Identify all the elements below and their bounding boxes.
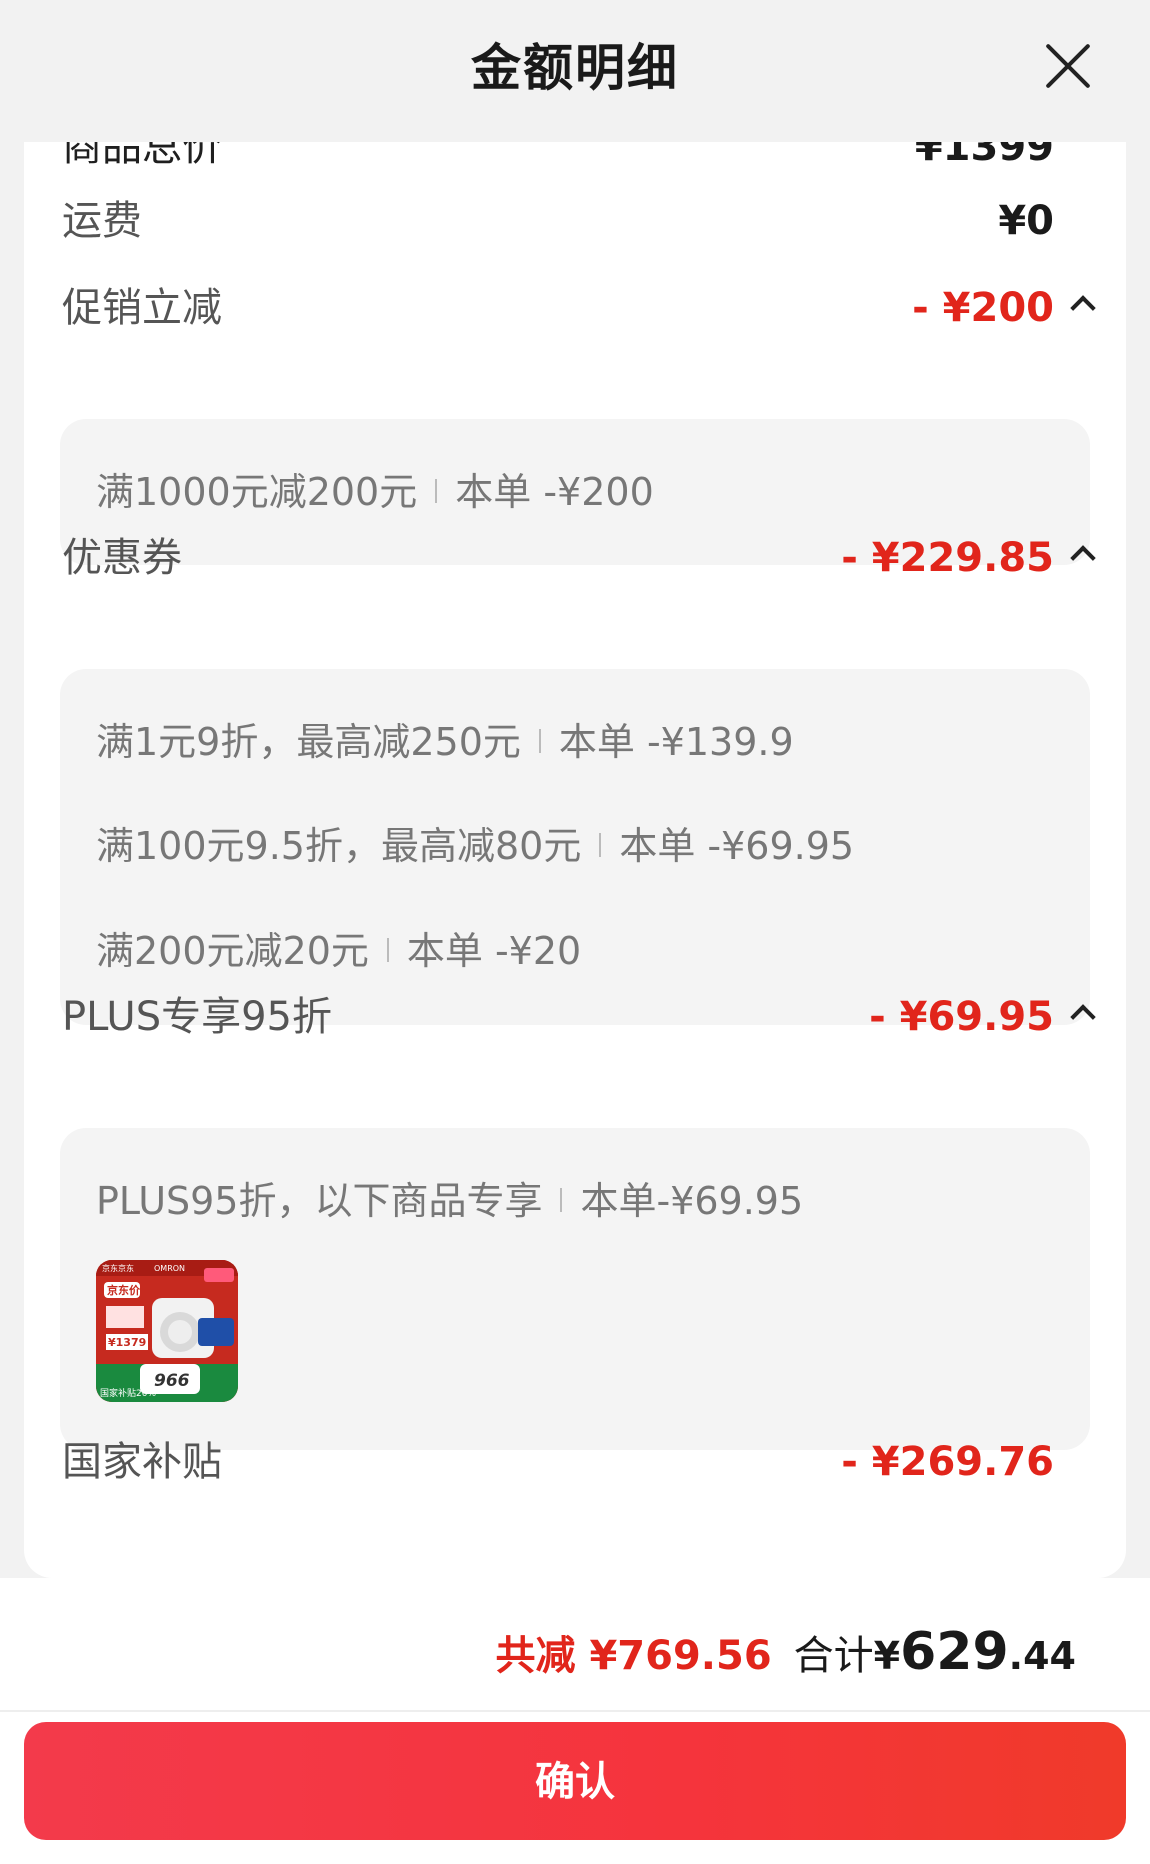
close-icon[interactable] (1042, 40, 1094, 92)
total-integer: 629 (900, 1622, 1009, 1682)
coupon-detail-box: 满1元9折，最高减250元 本单 -¥139.9 满100元9.5折，最高减80元… (60, 669, 1090, 1025)
row-promo[interactable]: 促销立减 - ¥200 (24, 273, 1126, 343)
row-subsidy: 国家补贴 - ¥269.76 (24, 1427, 1126, 1497)
product-image: 京东京东 OMRON 京东价 ¥1379 966 国家补贴20% (96, 1260, 238, 1402)
thumb-banner: 国家补贴20% (100, 1387, 156, 1399)
row-value: - ¥200 (912, 285, 1054, 331)
row-label: 运费 (62, 198, 142, 244)
amount-detail-card: 商品总价 ¥1399 运费 ¥0 促销立减 - ¥200 满1000元减200元… (24, 142, 1126, 1578)
row-goods-total: 商品总价 ¥1399 (24, 142, 1126, 182)
detail-amount: 本单-¥69.95 (580, 1179, 804, 1223)
detail-rule: 满1元9折，最高减250元 (96, 720, 521, 764)
total-currency: ¥ (873, 1634, 901, 1678)
row-plus[interactable]: PLUS专享95折 - ¥69.95 (24, 982, 1126, 1052)
row-label: 促销立减 (62, 285, 222, 331)
detail-line: PLUS95折，以下商品专享 本单-¥69.95 (96, 1170, 803, 1225)
chevron-up-icon[interactable] (1070, 545, 1096, 571)
row-value: ¥1399 (914, 142, 1054, 170)
total-decimal: .44 (1008, 1634, 1076, 1678)
detail-line: 满1000元减200元 本单 -¥200 (96, 461, 654, 516)
divider (538, 729, 541, 753)
detail-amount: 本单 -¥139.9 (558, 720, 794, 764)
sheet-title: 金额明细 (471, 39, 679, 97)
sheet-header: 金额明细 (0, 0, 1150, 142)
product-thumbnail[interactable]: 京东京东 OMRON 京东价 ¥1379 966 国家补贴20% (96, 1260, 238, 1402)
detail-amount: 本单 -¥69.95 (619, 824, 855, 868)
footer-divider (0, 1710, 1150, 1712)
detail-line: 满1元9折，最高减250元 本单 -¥139.9 (96, 711, 794, 766)
row-label: PLUS专享95折 (62, 994, 332, 1040)
row-value: - ¥269.76 (841, 1439, 1054, 1485)
confirm-button[interactable]: 确认 (24, 1722, 1126, 1840)
total-label: 合计 (793, 1633, 874, 1679)
row-label: 商品总价 (62, 142, 222, 170)
detail-rule: 满200元减20元 (96, 929, 369, 973)
row-value: ¥0 (998, 198, 1054, 244)
plus-detail-box: PLUS95折，以下商品专享 本单-¥69.95 京东京东 OMRON 京东价 ¥… (60, 1128, 1090, 1450)
thumb-price: ¥1379 (108, 1336, 146, 1349)
detail-rule: 满1000元减200元 (96, 470, 418, 514)
row-shipping: 运费 ¥0 (24, 186, 1126, 256)
detail-amount: 本单 -¥200 (455, 470, 654, 514)
footer-bar: 共减 ¥769.56 合计¥629.44 确认 (0, 1578, 1150, 1864)
divider (599, 833, 602, 857)
thumb-tag: 京东价 (107, 1283, 141, 1297)
thumb-amount: 966 (154, 1371, 190, 1391)
detail-amount: 本单 -¥20 (406, 929, 582, 973)
detail-line: 满100元9.5折，最高减80元 本单 -¥69.95 (96, 815, 854, 870)
detail-line: 满200元减20元 本单 -¥20 (96, 920, 581, 975)
total-saved: 共减 ¥769.56 (495, 1633, 772, 1679)
thumb-brand2: OMRON (154, 1264, 185, 1273)
row-coupon[interactable]: 优惠券 - ¥229.85 (24, 523, 1126, 593)
chevron-up-icon[interactable] (1070, 295, 1096, 321)
totals-summary: 共减 ¥769.56 合计¥629.44 (496, 1622, 1076, 1682)
row-value: - ¥69.95 (869, 994, 1054, 1040)
row-value: - ¥229.85 (841, 535, 1054, 581)
row-label: 优惠券 (62, 535, 182, 581)
detail-rule: PLUS95折，以下商品专享 (96, 1179, 543, 1223)
row-label: 国家补贴 (62, 1439, 222, 1485)
detail-rule: 满100元9.5折，最高减80元 (96, 824, 582, 868)
divider (560, 1188, 563, 1212)
chevron-up-icon[interactable] (1070, 1004, 1096, 1030)
divider (386, 938, 389, 962)
divider (435, 479, 438, 503)
thumb-brand1: 京东京东 (102, 1263, 134, 1273)
